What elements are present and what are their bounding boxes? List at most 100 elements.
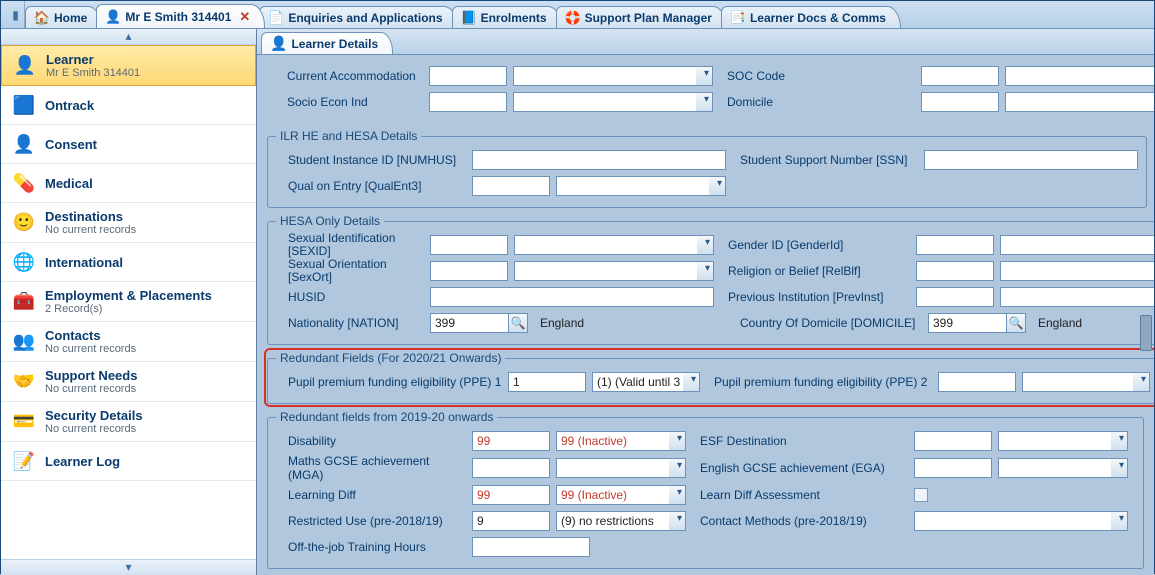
tab-enquiries[interactable]: 📄 Enquiries and Applications [259,6,457,28]
input-ssn[interactable] [924,150,1138,170]
sidebar-item-consent[interactable]: 👤 Consent [1,125,256,164]
input-mga[interactable] [472,458,550,478]
input-previnst[interactable] [916,287,994,307]
input-countrydom[interactable] [928,313,1006,333]
globe-icon: 🌐 [11,249,37,275]
sidebar-item-learnerlog[interactable]: 📝 Learner Log [1,442,256,481]
select-qual-entry[interactable] [556,176,726,196]
input-ppe1[interactable] [508,372,586,392]
select-disability[interactable]: 99 (Inactive) [556,431,686,451]
lbl-qual-entry: Qual on Entry [QualEnt3] [276,180,466,193]
search-icon[interactable]: 🔍 [508,313,528,333]
close-icon[interactable]: ✕ [239,9,250,25]
lbl-ppe1: Pupil premium funding eligibility (PPE) … [276,375,502,389]
search-icon[interactable]: 🔍 [1006,313,1026,333]
legend-red2020: Redundant Fields (For 2020/21 Onwards) [276,351,505,365]
input-husid[interactable] [430,287,714,307]
text-nationality: England [534,316,726,330]
subtab-learner-details[interactable]: 👤 Learner Details [261,32,393,54]
docs-icon: 📑 [730,10,746,26]
pin-icon[interactable]: ▮ [7,1,25,28]
input-restricted[interactable] [472,511,550,531]
select-ega[interactable] [998,458,1128,478]
lbl-esfdest: ESF Destination [692,434,908,448]
sidebar-security-title: Security Details [45,408,143,423]
input-qual-entry[interactable] [472,176,550,196]
select-ppe1[interactable]: (1) (Valid until 31 [592,372,700,392]
select-previnst[interactable] [1000,287,1154,307]
input-student-instance[interactable] [472,150,726,170]
input-soc-code[interactable] [921,66,999,86]
input-genderid[interactable] [916,235,994,255]
sidebar-item-supportneeds[interactable]: 🤝 Support Needs No current records [1,362,256,402]
lbl-offjob: Off-the-job Training Hours [276,540,466,554]
input-relblf[interactable] [916,261,994,281]
select-soc-code[interactable] [1005,66,1154,86]
input-socio-econ[interactable] [429,92,507,112]
employment-icon: 🧰 [11,289,37,315]
input-sexid[interactable] [430,235,508,255]
input-learndiff[interactable] [472,485,550,505]
sidebar-item-medical[interactable]: 💊 Medical [1,164,256,203]
person-icon: 👤 [270,35,287,52]
tab-home[interactable]: 🏠 Home [25,6,102,28]
enrolments-icon: 📘 [461,10,477,26]
sidebar-contacts-sub: No current records [45,343,136,355]
tab-enrolments[interactable]: 📘 Enrolments [452,6,562,28]
lbl-husid: HUSID [276,290,424,304]
sidebar-item-employment[interactable]: 🧰 Employment & Placements 2 Record(s) [1,282,256,322]
input-ega[interactable] [914,458,992,478]
app-tab-bar: ▮ 🏠 Home 👤 Mr E Smith 314401 ✕ 📄 Enquiri… [1,1,1154,29]
input-esfdest[interactable] [914,431,992,451]
destinations-icon: 🙂 [11,210,37,236]
sidebar-item-learner[interactable]: 👤 Learner Mr E Smith 314401 [1,45,256,86]
input-disability[interactable] [472,431,550,451]
select-socio-econ[interactable] [513,92,713,112]
select-ppe2[interactable] [1022,372,1150,392]
select-contactmethods[interactable] [914,511,1128,531]
learner-icon: 👤 [12,53,38,79]
input-domicile[interactable] [921,92,999,112]
input-nationality[interactable] [430,313,508,333]
sidebar-item-security[interactable]: 💳 Security Details No current records [1,402,256,442]
select-sexort[interactable] [514,261,714,281]
tab-support[interactable]: 🛟 Support Plan Manager [556,6,727,28]
lbl-restricted: Restricted Use (pre-2018/19) [276,514,466,528]
select-learndiff[interactable]: 99 (Inactive) [556,485,686,505]
select-domicile[interactable] [1005,92,1154,112]
tab-home-label: Home [54,11,87,25]
sidebar-collapse-up[interactable]: ▴ [1,29,256,45]
input-ppe2[interactable] [938,372,1016,392]
checkbox-learndiff-assess[interactable] [914,488,928,502]
tab-learner[interactable]: 👤 Mr E Smith 314401 ✕ [96,4,265,28]
lbl-nationality: Nationality [NATION] [276,317,424,330]
sidebar-destinations-title: Destinations [45,209,136,224]
input-current-accommodation[interactable] [429,66,507,86]
select-sexid[interactable] [514,235,714,255]
tab-learner-label: Mr E Smith 314401 [125,10,231,24]
sidebar-collapse-down[interactable]: ▾ [1,559,256,575]
lbl-current-accommodation: Current Accommodation [275,69,423,83]
medical-icon: 💊 [11,170,37,196]
input-offjob[interactable] [472,537,590,557]
tab-docs[interactable]: 📑 Learner Docs & Comms [721,6,901,28]
sidebar-learnerlog-title: Learner Log [45,454,120,469]
tab-support-label: Support Plan Manager [585,11,712,25]
select-relblf[interactable] [1000,261,1154,281]
sidebar-item-international[interactable]: 🌐 International [1,243,256,282]
select-genderid[interactable] [1000,235,1154,255]
select-mga[interactable] [556,458,686,478]
sidebar-employment-sub: 2 Record(s) [45,303,212,315]
lbl-student-instance: Student Instance ID [NUMHUS] [276,153,466,167]
sidebar-item-contacts[interactable]: 👥 Contacts No current records [1,322,256,362]
select-restricted[interactable]: (9) no restrictions [556,511,686,531]
input-sexort[interactable] [430,261,508,281]
sidebar-item-ontrack[interactable]: 🟦 Ontrack [1,86,256,125]
subtab-label: Learner Details [291,37,378,51]
scrollbar-thumb[interactable] [1140,315,1152,351]
sidebar-item-destinations[interactable]: 🙂 Destinations No current records [1,203,256,243]
sidebar-consent-title: Consent [45,137,97,152]
lbl-mga: Maths GCSE achievement (MGA) [276,454,466,482]
select-current-accommodation[interactable] [513,66,713,86]
select-esfdest[interactable] [998,431,1128,451]
